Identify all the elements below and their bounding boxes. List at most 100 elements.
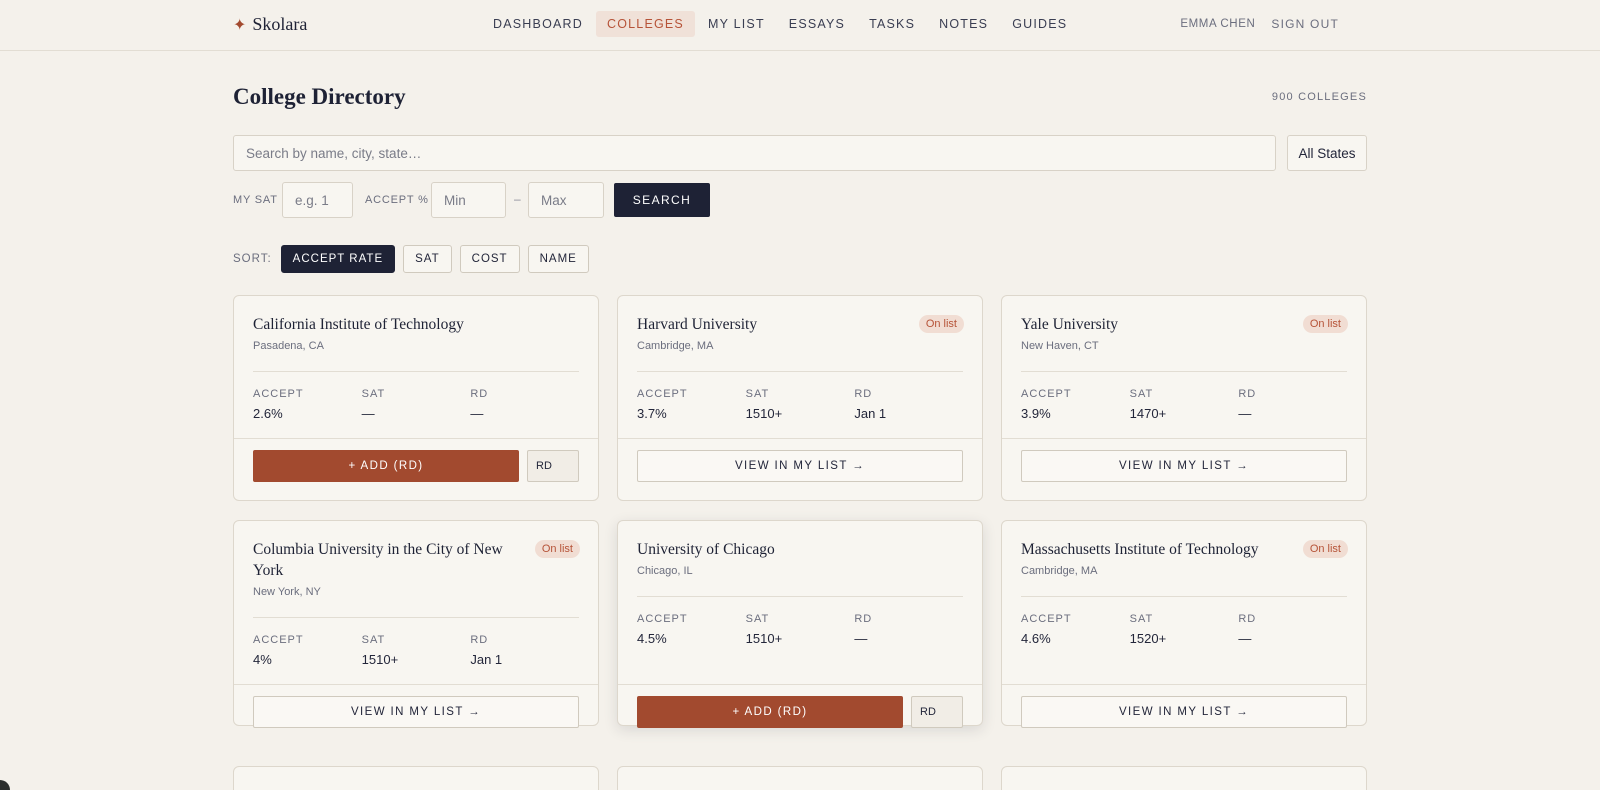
- college-name[interactable]: Harvard University: [637, 314, 887, 335]
- sat-value: 1510+: [361, 652, 399, 667]
- sort-accept-rate[interactable]: ACCEPT RATE: [280, 245, 396, 273]
- star-icon: ✦: [233, 16, 247, 34]
- college-card[interactable]: Yale University New Haven, CT On list AC…: [1001, 295, 1367, 501]
- college-card[interactable]: [617, 766, 983, 790]
- sign-out-link[interactable]: SIGN OUT: [1271, 17, 1339, 31]
- sat-label: SAT: [361, 634, 386, 646]
- range-separator: –: [514, 192, 521, 206]
- on-list-badge: On list: [918, 315, 964, 333]
- view-in-list-button[interactable]: VIEW IN MY LIST →: [637, 450, 963, 482]
- rd-value: —: [1238, 406, 1252, 421]
- college-location: New Haven, CT: [1021, 340, 1099, 352]
- accept-value: 4.5%: [637, 631, 667, 646]
- rd-value: —: [470, 406, 484, 421]
- rd-value: Jan 1: [470, 652, 503, 667]
- accept-label: ACCEPT: [253, 634, 304, 646]
- rd-label: RD: [854, 613, 873, 625]
- top-nav: ✦ Skolara DASHBOARD COLLEGES MY LIST ESS…: [0, 0, 1600, 51]
- accept-max-input[interactable]: [528, 182, 604, 218]
- divider: [637, 371, 963, 372]
- college-location: Cambridge, MA: [1021, 565, 1098, 577]
- college-card[interactable]: University of Chicago Chicago, IL ACCEPT…: [617, 520, 983, 728]
- sat-label: SAT: [745, 613, 770, 625]
- college-card[interactable]: [1001, 766, 1367, 790]
- user-box: EMMA CHEN SIGN OUT: [1180, 17, 1339, 31]
- rd-value: —: [854, 631, 868, 646]
- college-stats: ACCEPT 2.6% SAT — RD —: [253, 388, 579, 421]
- college-stats: ACCEPT 3.7% SAT 1510+ RD Jan 1: [637, 388, 963, 421]
- sat-label: SAT: [745, 388, 770, 400]
- college-location: New York, NY: [253, 586, 321, 598]
- nav-item-guides[interactable]: GUIDES: [1001, 11, 1078, 37]
- rd-label: RD: [1238, 388, 1257, 400]
- page-title: College Directory: [233, 84, 406, 109]
- divider: [234, 438, 598, 439]
- rd-value: Jan 1: [854, 406, 887, 421]
- college-name[interactable]: California Institute of Technology: [253, 314, 503, 335]
- accept-label: ACCEPT: [253, 388, 304, 400]
- college-card[interactable]: Massachusetts Institute of Technology Ca…: [1001, 520, 1367, 728]
- divider: [618, 438, 982, 439]
- accept-value: 3.7%: [637, 406, 667, 421]
- sat-label: SAT: [1129, 613, 1154, 625]
- accept-value: 2.6%: [253, 406, 283, 421]
- view-in-list-button[interactable]: VIEW IN MY LIST →: [1021, 696, 1347, 728]
- college-count: 900 COLLEGES: [1271, 91, 1367, 103]
- college-location: Pasadena, CA: [253, 340, 324, 352]
- college-name[interactable]: Yale University: [1021, 314, 1271, 335]
- brand-name: Skolara: [252, 14, 308, 34]
- nav-item-my-list[interactable]: MY LIST: [697, 11, 776, 37]
- accept-label: ACCEPT: [1021, 388, 1072, 400]
- nav-item-essays[interactable]: ESSAYS: [778, 11, 856, 37]
- nav-item-notes[interactable]: NOTES: [928, 11, 999, 37]
- college-card[interactable]: California Institute of Technology Pasad…: [233, 295, 599, 501]
- sort-name[interactable]: NAME: [527, 245, 589, 273]
- sat-input[interactable]: [282, 182, 353, 218]
- sort-sat[interactable]: SAT: [403, 245, 452, 273]
- nav-links: DASHBOARD COLLEGES MY LIST ESSAYS TASKS …: [482, 11, 1078, 37]
- add-college-button[interactable]: + ADD (RD): [253, 450, 519, 482]
- divider: [253, 371, 579, 372]
- divider: [1021, 371, 1347, 372]
- search-input[interactable]: [233, 135, 1276, 171]
- rd-label: RD: [854, 388, 873, 400]
- college-card[interactable]: Columbia University in the City of New Y…: [233, 520, 599, 728]
- nav-item-tasks[interactable]: TASKS: [858, 11, 926, 37]
- sat-value: 1510+: [745, 406, 783, 421]
- college-name[interactable]: University of Chicago: [637, 539, 887, 560]
- nav-item-colleges[interactable]: COLLEGES: [595, 11, 695, 37]
- accept-min-input[interactable]: [431, 182, 506, 218]
- sat-label: SAT: [1129, 388, 1154, 400]
- deadline-select[interactable]: RD: [911, 696, 963, 728]
- user-name: EMMA CHEN: [1180, 18, 1256, 30]
- rd-label: RD: [470, 388, 489, 400]
- sat-value: 1510+: [745, 631, 783, 646]
- college-card[interactable]: Harvard University Cambridge, MA On list…: [617, 295, 983, 501]
- divider: [1002, 684, 1366, 685]
- accept-value: 4.6%: [1021, 631, 1051, 646]
- accept-label: ACCEPT %: [365, 194, 429, 206]
- brand-logo[interactable]: ✦ Skolara: [233, 14, 307, 35]
- college-location: Cambridge, MA: [637, 340, 714, 352]
- college-name[interactable]: Massachusetts Institute of Technology: [1021, 539, 1281, 560]
- college-card[interactable]: [233, 766, 599, 790]
- sort-cost[interactable]: COST: [459, 245, 520, 273]
- rd-label: RD: [1238, 613, 1257, 625]
- sat-value: 1470+: [1129, 406, 1167, 421]
- college-name[interactable]: Columbia University in the City of New Y…: [253, 539, 503, 581]
- rd-value: —: [1238, 631, 1252, 646]
- divider: [1021, 596, 1347, 597]
- view-in-list-button[interactable]: VIEW IN MY LIST →: [253, 696, 579, 728]
- add-college-button[interactable]: + ADD (RD): [637, 696, 903, 728]
- accept-label: ACCEPT: [637, 388, 688, 400]
- deadline-select[interactable]: RD: [527, 450, 579, 482]
- on-list-badge: On list: [1302, 315, 1348, 333]
- view-in-list-button[interactable]: VIEW IN MY LIST →: [1021, 450, 1347, 482]
- accept-label: ACCEPT: [1021, 613, 1072, 625]
- state-select[interactable]: All States: [1287, 135, 1367, 171]
- nav-item-dashboard[interactable]: DASHBOARD: [482, 11, 594, 37]
- sort-row: SORT: ACCEPT RATE SAT COST NAME: [233, 245, 597, 273]
- accept-value: 4%: [253, 652, 272, 667]
- filter-row: MY SAT ACCEPT % – SEARCH: [233, 182, 933, 218]
- search-button[interactable]: SEARCH: [614, 183, 710, 217]
